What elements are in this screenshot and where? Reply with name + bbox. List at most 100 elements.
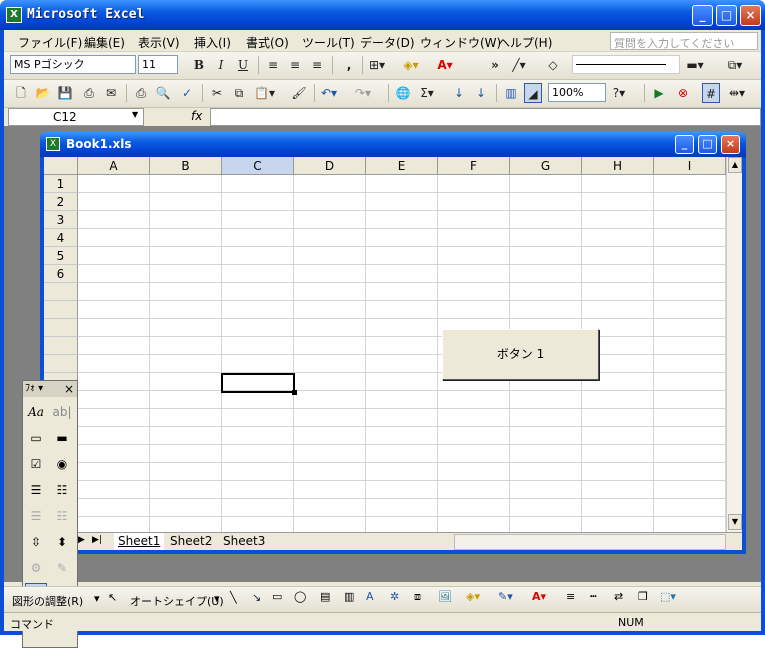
line-tool-icon[interactable]: ╲ <box>230 591 237 604</box>
print-preview-icon[interactable]: 🔍 <box>154 83 172 103</box>
select-all-corner[interactable] <box>44 157 78 175</box>
column-header[interactable]: G <box>510 157 582 175</box>
fill-color-icon[interactable]: ◈▾ <box>402 55 420 75</box>
column-header[interactable]: F <box>438 157 510 175</box>
redo-icon[interactable]: ↷▾ <box>354 83 372 103</box>
3d-style-icon[interactable]: ⬚▾ <box>660 590 676 603</box>
menu-insert[interactable]: 挿入(I) <box>194 34 231 51</box>
borders-icon[interactable]: ⊞▾ <box>368 55 386 75</box>
arrow-tool-icon[interactable]: ↘ <box>252 591 261 604</box>
workbook-minimize-button[interactable]: _ <box>675 135 694 154</box>
row-header[interactable] <box>44 283 78 301</box>
print-icon[interactable]: ⎙ <box>132 83 150 103</box>
list-box-tool-icon[interactable]: ☰ <box>25 479 47 501</box>
scroll-up-icon[interactable]: ▲ <box>728 157 742 173</box>
row-header[interactable]: 2 <box>44 193 78 211</box>
fill-color-draw-icon[interactable]: ◈▾ <box>466 590 480 603</box>
row-header[interactable]: 4 <box>44 229 78 247</box>
underline-icon[interactable]: U <box>234 55 252 75</box>
combo-list-tool-icon[interactable]: ☰ <box>25 505 47 527</box>
clip-art-icon[interactable]: ⧈ <box>414 590 421 604</box>
format-painter-icon[interactable]: 🖌 <box>290 83 308 103</box>
form-button[interactable]: ボタン 1 <box>442 329 599 380</box>
edit-code-icon[interactable]: ✎ <box>51 557 73 579</box>
menu-edit[interactable]: 編集(E) <box>84 34 125 51</box>
italic-icon[interactable]: I <box>212 55 230 75</box>
diagram-icon[interactable]: ✲ <box>390 590 399 603</box>
email-icon[interactable]: ✉ <box>102 83 120 103</box>
workbook-maximize-button[interactable]: □ <box>698 135 717 154</box>
group-box-tool-icon[interactable]: ▭ <box>25 427 47 449</box>
run-macro-icon[interactable]: ▶ <box>650 83 668 103</box>
rectangle-tool-icon[interactable]: ▭ <box>272 590 282 603</box>
line-color-icon[interactable]: ▬▾ <box>686 55 704 75</box>
row-header[interactable] <box>44 301 78 319</box>
hyperlink-icon[interactable]: 🌐 <box>394 83 412 103</box>
stop-icon[interactable]: ⊗ <box>674 83 692 103</box>
line-style-combo[interactable] <box>572 55 680 74</box>
spinner-tool-icon[interactable]: ⬍ <box>51 531 73 553</box>
sort-ascending-icon[interactable]: ↓ <box>450 83 468 103</box>
paste-icon[interactable]: 📋▾ <box>254 83 275 103</box>
row-header[interactable] <box>44 319 78 337</box>
button-tool-icon[interactable]: ▬ <box>51 427 73 449</box>
column-header[interactable]: E <box>366 157 438 175</box>
column-header[interactable]: D <box>294 157 366 175</box>
autoshapes-dropdown-icon[interactable]: ▾ <box>214 592 220 605</box>
worksheet-grid[interactable]: ABCDEFGHI 12345620 ボタン 1 <box>44 157 726 532</box>
font-color-draw-icon[interactable]: A▾ <box>532 590 546 603</box>
text-box-tool-icon[interactable]: ▤ <box>320 590 330 603</box>
column-header[interactable]: B <box>150 157 222 175</box>
new-document-icon[interactable]: 🗋 <box>12 83 30 103</box>
forms-close-icon[interactable]: × <box>64 381 74 397</box>
edit-box-tool-icon[interactable]: ab| <box>51 401 73 423</box>
row-header[interactable] <box>44 337 78 355</box>
autosum-icon[interactable]: Σ▾ <box>418 83 436 103</box>
shadow-style-icon[interactable]: ❒ <box>638 590 648 603</box>
last-sheet-icon[interactable]: ▶| <box>92 535 102 545</box>
more-tools-icon[interactable]: ⇹▾ <box>728 83 746 103</box>
draw-menu[interactable]: 図形の調整(R) <box>12 593 83 609</box>
wordart-icon[interactable]: A <box>366 590 374 603</box>
undo-icon[interactable]: ↶▾ <box>320 83 338 103</box>
draw-border-icon[interactable]: ╱▾ <box>510 55 528 75</box>
close-button[interactable]: × <box>740 5 761 26</box>
copy-icon[interactable]: ⧉ <box>230 83 248 103</box>
oval-tool-icon[interactable]: ◯ <box>294 590 306 603</box>
permission-icon[interactable]: ⎙ <box>80 83 98 103</box>
row-header[interactable]: 1 <box>44 175 78 193</box>
column-header[interactable]: I <box>654 157 726 175</box>
align-left-icon[interactable]: ≡ <box>264 55 282 75</box>
name-box-dropdown-icon[interactable]: ▼ <box>132 110 138 119</box>
eraser-icon[interactable]: ◇ <box>544 55 562 75</box>
draw-menu-dropdown-icon[interactable]: ▾ <box>94 592 100 605</box>
combo-dropdown-tool-icon[interactable]: ☷ <box>51 505 73 527</box>
autoshapes-menu[interactable]: オートシェイプ(U) <box>130 593 224 609</box>
maximize-button[interactable]: □ <box>716 5 737 26</box>
row-header[interactable]: 3 <box>44 211 78 229</box>
chart-wizard-icon[interactable]: ▥ <box>502 83 520 103</box>
row-header[interactable] <box>44 355 78 373</box>
merge-cells-icon[interactable]: ⧉▾ <box>726 55 744 75</box>
row-header[interactable]: 5 <box>44 247 78 265</box>
menu-view[interactable]: 表示(V) <box>138 34 180 51</box>
vertical-scrollbar[interactable]: ▲ ▼ <box>726 157 742 532</box>
menu-window[interactable]: ウィンドウ(W) <box>420 34 501 51</box>
name-box[interactable]: C12 <box>8 108 144 126</box>
font-name-combo[interactable]: MS Pゴシック <box>10 55 136 74</box>
help-icon[interactable]: ?▾ <box>610 83 628 103</box>
drawing-toggle-icon[interactable]: ◢ <box>524 83 542 103</box>
formula-input[interactable] <box>210 108 761 126</box>
sheet-tab-sheet2[interactable]: Sheet2 <box>166 533 216 550</box>
option-button-tool-icon[interactable]: ◉ <box>51 453 73 475</box>
font-size-combo[interactable]: 11 <box>138 55 178 74</box>
horizontal-scrollbar[interactable] <box>454 534 726 550</box>
grid-toggle-icon[interactable]: # <box>702 83 720 103</box>
row-header[interactable]: 6 <box>44 265 78 283</box>
scroll-down-icon[interactable]: ▼ <box>728 514 742 530</box>
align-center-icon[interactable]: ≡ <box>286 55 304 75</box>
menu-data[interactable]: データ(D) <box>360 34 415 51</box>
sheet-tab-sheet1[interactable]: Sheet1 <box>114 533 165 550</box>
save-icon[interactable]: 💾 <box>56 83 74 103</box>
align-right-icon[interactable]: ≡ <box>308 55 326 75</box>
